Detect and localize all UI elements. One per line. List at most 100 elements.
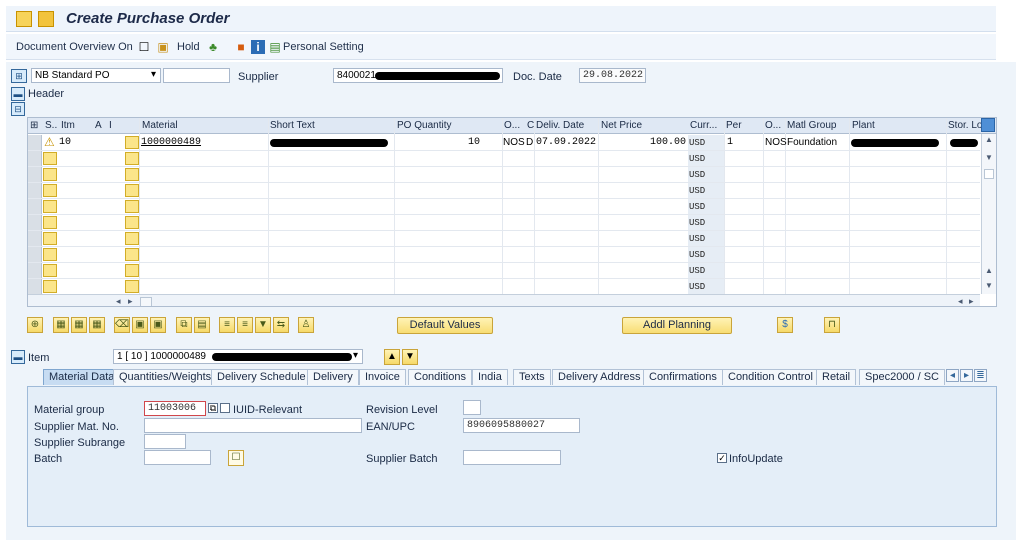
- tab-confirmations[interactable]: Confirmations: [643, 369, 723, 385]
- table-row[interactable]: USD: [28, 215, 980, 231]
- scroll-up-icon[interactable]: ▲: [985, 135, 993, 144]
- row-selector[interactable]: [28, 263, 42, 278]
- scroll-thumb[interactable]: [984, 169, 994, 179]
- personal-setting-button[interactable]: Personal Setting: [283, 41, 364, 53]
- addl-planning-button[interactable]: Addl Planning: [622, 317, 732, 334]
- document-overview-button[interactable]: Document Overview On: [16, 41, 133, 53]
- revision-level-field[interactable]: [463, 400, 481, 415]
- table-row[interactable]: USD: [28, 183, 980, 199]
- currency[interactable]: USD: [688, 135, 724, 150]
- currency[interactable]: USD: [688, 183, 724, 198]
- tab-quantities-weights[interactable]: Quantities/Weights: [113, 369, 218, 385]
- deselect-all-icon[interactable]: ▦: [71, 317, 87, 333]
- currency[interactable]: USD: [688, 215, 724, 230]
- row-selector[interactable]: [28, 151, 42, 166]
- calculator-icon[interactable]: ▤: [194, 317, 210, 333]
- delete-icon[interactable]: ⌫: [114, 317, 130, 333]
- set-filter-icon[interactable]: ⇆: [273, 317, 289, 333]
- tab-scroll-left-icon[interactable]: ◂: [946, 369, 959, 382]
- column-header[interactable]: A: [95, 120, 102, 131]
- lock-icon[interactable]: ⊓: [824, 317, 840, 333]
- tab-list-icon[interactable]: ≣: [974, 369, 987, 382]
- chevron-down-icon[interactable]: ▾: [151, 69, 156, 80]
- tab-spec2000[interactable]: Spec2000 / SC: [859, 369, 945, 385]
- row-selector[interactable]: [28, 135, 42, 150]
- infoupdate-checkbox[interactable]: ✓: [717, 453, 727, 463]
- supplier-mat-field[interactable]: [144, 418, 362, 433]
- filter-icon[interactable]: ▼: [255, 317, 271, 333]
- select-all-icon[interactable]: ▦: [53, 317, 69, 333]
- open-document-icon[interactable]: ▣: [156, 40, 170, 54]
- column-header[interactable]: PO Quantity: [397, 120, 451, 131]
- chevron-down-icon[interactable]: ▾: [353, 350, 358, 361]
- previous-item-icon[interactable]: ▲: [384, 349, 400, 365]
- row-selector[interactable]: [28, 279, 42, 294]
- delivery-date[interactable]: 07.09.2022: [536, 137, 596, 148]
- row-selector[interactable]: [28, 167, 42, 182]
- column-header[interactable]: O...: [765, 120, 781, 131]
- column-header[interactable]: S..: [45, 120, 57, 131]
- vertical-scrollbar[interactable]: ▲ ▼ ▲ ▼: [981, 134, 996, 294]
- scroll-right-icon[interactable]: ▸: [128, 296, 133, 306]
- table-row[interactable]: USD: [28, 151, 980, 167]
- tab-material-data[interactable]: Material Data: [43, 369, 121, 385]
- settings-icon[interactable]: [38, 11, 54, 27]
- currency[interactable]: USD: [688, 199, 724, 214]
- personal-setting-icon[interactable]: ▤: [268, 40, 282, 54]
- order-unit[interactable]: NOS: [503, 137, 525, 148]
- table-row[interactable]: ⚠ 10 1000000489 10 NOS D 07.09.2022 100.…: [28, 135, 980, 151]
- tab-condition-control[interactable]: Condition Control: [722, 369, 819, 385]
- column-header[interactable]: Matl Group: [787, 120, 836, 131]
- default-values-button[interactable]: Default Values: [397, 317, 493, 334]
- material-group-field[interactable]: 11003006: [144, 401, 206, 416]
- batch-create-icon[interactable]: ☐: [228, 450, 244, 466]
- copy-icon[interactable]: ⧉: [176, 317, 192, 333]
- column-header[interactable]: Curr...: [690, 120, 717, 131]
- column-header[interactable]: I: [109, 120, 112, 131]
- column-header[interactable]: Short Text: [270, 120, 315, 131]
- row-selector[interactable]: [28, 183, 42, 198]
- tab-texts[interactable]: Texts: [513, 369, 551, 385]
- tab-scroll-right-icon[interactable]: ▸: [960, 369, 973, 382]
- sort-ascending-icon[interactable]: ≡: [219, 317, 235, 333]
- po-number-field[interactable]: [163, 68, 230, 83]
- scroll-thumb[interactable]: [140, 297, 152, 306]
- check-icon[interactable]: ♣: [206, 40, 220, 54]
- unlock-icon[interactable]: ▣: [150, 317, 166, 333]
- material-group-lookup-icon[interactable]: ⧉: [208, 403, 218, 413]
- header-expand-icon[interactable]: ▬: [11, 87, 25, 101]
- currency[interactable]: USD: [688, 231, 724, 246]
- currency[interactable]: USD: [688, 151, 724, 166]
- currency[interactable]: USD: [688, 247, 724, 262]
- horizontal-scrollbar[interactable]: ◂ ▸ ◂ ▸: [28, 294, 980, 306]
- tab-invoice[interactable]: Invoice: [359, 369, 406, 385]
- row-selector[interactable]: [28, 231, 42, 246]
- column-header[interactable]: Plant: [852, 120, 875, 131]
- table-config-icon[interactable]: [981, 118, 995, 132]
- iuid-relevant-checkbox[interactable]: [220, 403, 230, 413]
- currency[interactable]: USD: [688, 167, 724, 182]
- order-price-unit[interactable]: NOS: [765, 137, 787, 148]
- pricing-icon[interactable]: $: [777, 317, 793, 333]
- hold-button[interactable]: Hold: [177, 41, 200, 53]
- table-row[interactable]: USD: [28, 199, 980, 215]
- item-collapse-icon[interactable]: ▬: [11, 350, 25, 364]
- column-header[interactable]: O...: [504, 120, 520, 131]
- scroll-down-icon[interactable]: ▼: [985, 153, 993, 162]
- item-number[interactable]: 10: [59, 137, 71, 148]
- tab-india[interactable]: India: [472, 369, 508, 385]
- table-row[interactable]: USD: [28, 247, 980, 263]
- column-header[interactable]: Per: [726, 120, 742, 131]
- tab-delivery-address[interactable]: Delivery Address: [552, 369, 647, 385]
- currency[interactable]: USD: [688, 279, 724, 294]
- scroll-left-icon[interactable]: ◂: [958, 296, 963, 306]
- scroll-down-icon[interactable]: ▼: [985, 281, 993, 290]
- table-row[interactable]: USD: [28, 231, 980, 247]
- ean-field[interactable]: 8906095880027: [463, 418, 580, 433]
- info-icon[interactable]: i: [251, 40, 265, 54]
- category[interactable]: D: [526, 137, 533, 148]
- row-selector[interactable]: [28, 215, 42, 230]
- column-header[interactable]: Stor. Lo: [948, 120, 982, 131]
- scroll-right-icon[interactable]: ▸: [969, 296, 974, 306]
- scroll-up-icon[interactable]: ▲: [985, 266, 993, 275]
